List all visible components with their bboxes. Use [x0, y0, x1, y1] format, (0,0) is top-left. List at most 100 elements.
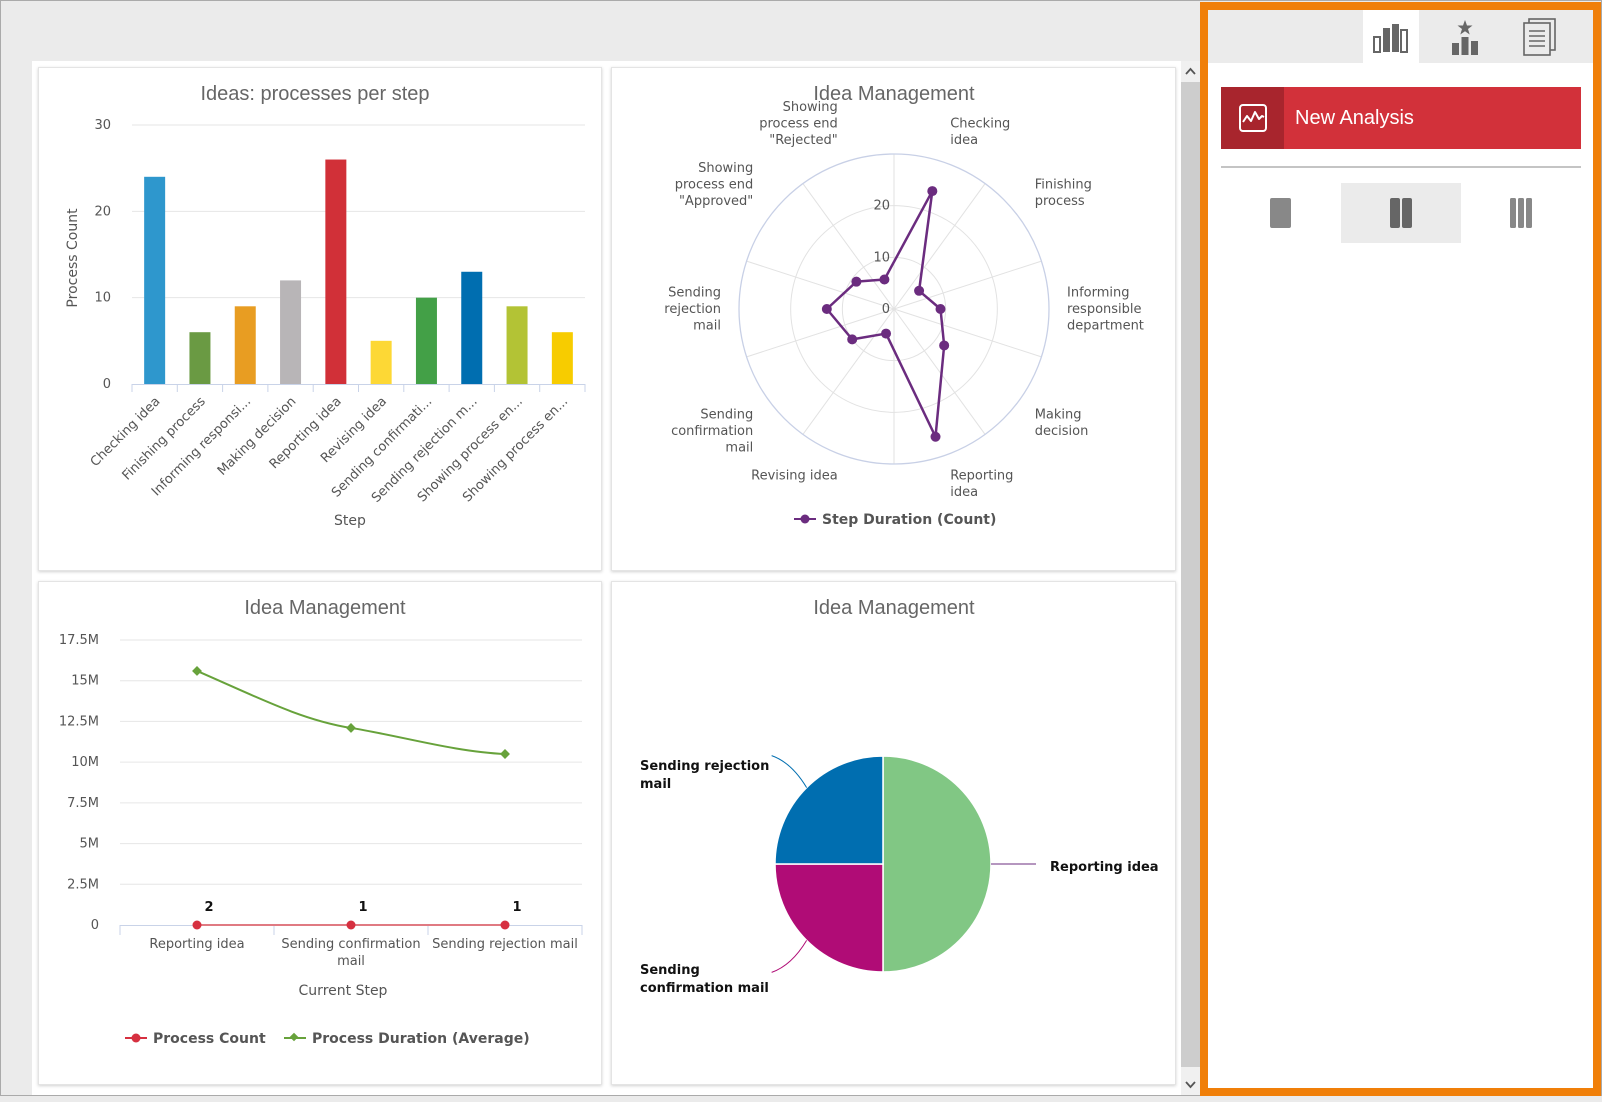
pie-slice[interactable] [774, 755, 884, 865]
count-data-label: 1 [512, 900, 521, 915]
legend-count-marker [131, 1033, 141, 1043]
radar-point[interactable] [821, 304, 832, 314]
radar-point[interactable] [847, 334, 858, 345]
radar-category-label: Reporting idea [950, 469, 1013, 501]
radar-spoke [893, 183, 986, 310]
bar-7[interactable] [415, 297, 437, 384]
radar-point[interactable] [935, 304, 946, 314]
count-point[interactable] [192, 920, 202, 930]
count-point[interactable] [500, 920, 510, 930]
bar-y-tick-label: 0 [103, 377, 111, 392]
radar-point[interactable] [927, 186, 938, 197]
radar-chart-card: Idea Management Checking idea Finishing pro… [611, 67, 1176, 571]
radar-category-label: Sending confirmation mail [671, 407, 753, 455]
line-x-tick-label: Sending confirmation mail [281, 937, 420, 969]
chevron-down-icon [1185, 1081, 1196, 1089]
legend-duration-label: Process Duration (Average) [312, 1031, 530, 1047]
pie-slice[interactable] [774, 863, 884, 973]
radar-legend[interactable]: Step Duration (Count) [794, 512, 996, 528]
radar-r-tick-label: 10 [873, 250, 890, 265]
pie-label: Reporting idea [1050, 860, 1159, 875]
line-y-tick-label: 0 [91, 918, 99, 933]
line-x-axis-title: Current Step [299, 983, 388, 999]
line-y-tick-label: 5M [80, 837, 100, 852]
radar-r-tick-label: 20 [873, 199, 890, 214]
radar-point[interactable] [914, 285, 925, 296]
two-column-layout-icon [1390, 198, 1412, 228]
pie-label: Sending confirmation mail [640, 963, 769, 996]
radar-category-label: Showing process end "Approved" [675, 161, 754, 209]
scroll-down-button[interactable] [1181, 1074, 1200, 1095]
radar-legend-marker [800, 514, 810, 524]
bar-9[interactable] [506, 306, 528, 384]
documents-icon [1523, 17, 1556, 56]
radar-category-label: Showing process end "Rejected" [759, 100, 838, 148]
count-point[interactable] [346, 920, 356, 930]
radar-point[interactable] [851, 276, 862, 287]
layout-three-column-button[interactable] [1461, 183, 1581, 243]
duration-series-line [196, 670, 506, 755]
pie-chart-title: Idea Management [813, 597, 975, 619]
line-y-tick-label: 12.5M [59, 714, 99, 729]
radar-legend-label: Step Duration (Count) [822, 512, 996, 528]
bar-10[interactable] [551, 332, 573, 384]
line-legend-process-duration[interactable]: Process Duration (Average) [284, 1031, 530, 1047]
dashboard-scrollbar[interactable] [1181, 61, 1200, 1095]
line-y-tick-label: 15M [71, 674, 99, 689]
radar-spoke [746, 308, 895, 358]
legend-count-label: Process Count [153, 1031, 266, 1047]
radar-category-label: Informing responsible department [1067, 285, 1144, 333]
layout-one-column-button[interactable] [1221, 183, 1341, 243]
pie-slice[interactable] [882, 755, 992, 973]
new-analysis-label: New Analysis [1295, 107, 1414, 129]
layout-two-column-button[interactable] [1341, 183, 1461, 243]
line-y-tick-label: 10M [71, 755, 99, 770]
bar-chart-icon [1373, 23, 1408, 53]
tab-favorite-charts[interactable] [1437, 10, 1493, 63]
chevron-up-icon [1185, 67, 1196, 75]
bar-1[interactable] [144, 176, 166, 384]
line-y-tick-label: 2.5M [67, 877, 99, 892]
line-y-tick-label: 7.5M [67, 796, 99, 811]
tab-reports[interactable] [1510, 10, 1566, 63]
new-analysis-button[interactable]: New Analysis [1221, 87, 1581, 149]
bar-6[interactable] [370, 340, 392, 384]
radar-category-label: Revising idea [751, 469, 838, 484]
scroll-up-button[interactable] [1181, 61, 1200, 82]
radar-spoke [893, 260, 1042, 310]
bar-3[interactable] [234, 306, 256, 384]
bar-chart: Ideas: processes per step 0102030 Checki… [65, 83, 586, 529]
line-chart-card: Idea Management 0 2.5M 5M 7.5M 10M 12.5M 15M 17… [38, 581, 602, 1085]
tab-charts[interactable] [1363, 10, 1419, 63]
radar-point[interactable] [939, 340, 950, 351]
duration-point[interactable] [346, 722, 356, 733]
line-legend-process-count[interactable]: Process Count [125, 1031, 266, 1047]
radar-point[interactable] [881, 328, 892, 339]
radar-point[interactable] [879, 274, 890, 285]
activity-chart-icon [1238, 104, 1267, 132]
radar-category-label: Sending rejection mail [664, 285, 721, 333]
radar-point[interactable] [930, 431, 941, 442]
count-data-label: 2 [204, 900, 213, 915]
bar-y-tick-label: 10 [94, 291, 111, 306]
duration-point[interactable] [500, 749, 510, 759]
bar-y-tick-label: 20 [94, 204, 111, 219]
radar-spoke [746, 260, 895, 310]
bar-x-tick-label: Making decision [215, 394, 300, 479]
new-analysis-icon-box [1221, 87, 1284, 149]
bar-8[interactable] [461, 271, 483, 384]
bar-x-tick-label: Finishing process [120, 394, 209, 483]
duration-point[interactable] [192, 665, 202, 676]
pie-leader-line [771, 940, 808, 973]
bar-x-axis-title: Step [334, 513, 366, 529]
pie-chart: Idea Management Reporting idea Sending con… [640, 597, 1159, 996]
bar-5[interactable] [325, 159, 347, 384]
pie-label: Sending rejection mail [640, 759, 769, 792]
scroll-thumb[interactable] [1181, 82, 1200, 1067]
pie-chart-card: Idea Management Reporting idea Sending con… [611, 581, 1176, 1085]
bar-2[interactable] [189, 332, 211, 384]
line-x-tick-label: Reporting idea [149, 937, 244, 952]
bar-4[interactable] [280, 280, 302, 384]
analysis-side-panel: New Analysis [1200, 2, 1601, 1096]
three-column-layout-icon [1510, 198, 1532, 228]
